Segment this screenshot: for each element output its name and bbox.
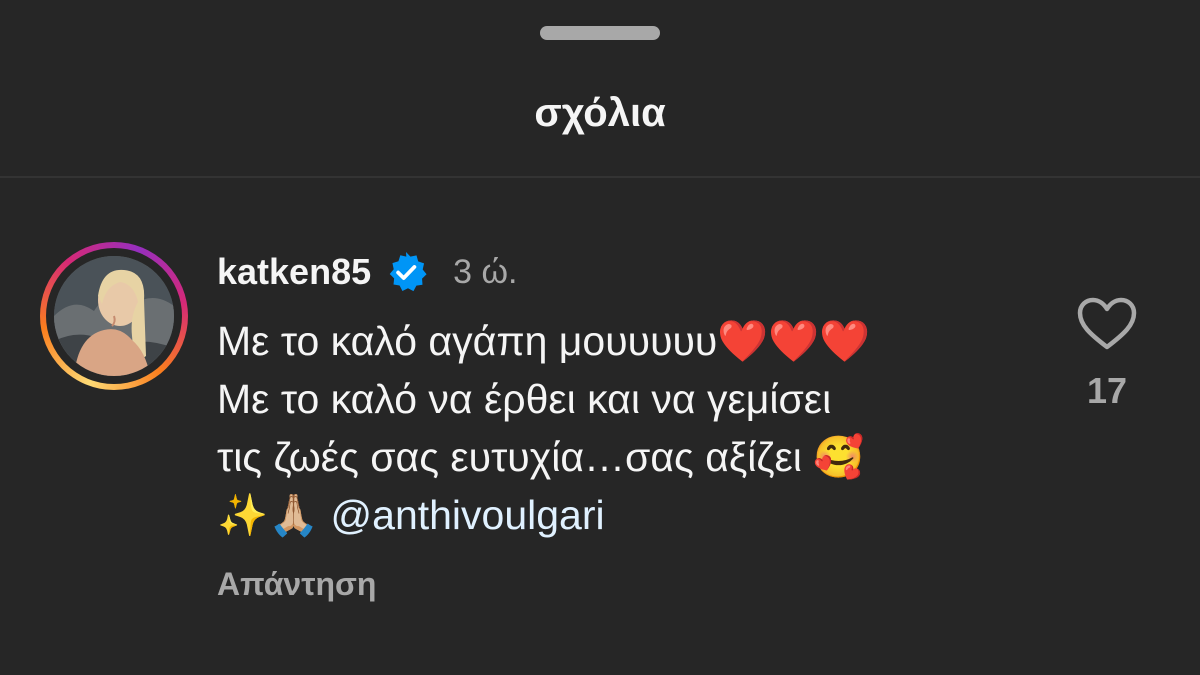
username[interactable]: katken85 [217, 251, 371, 293]
comment-line: τις ζωές σας ευτυχία…σας αξίζει 🥰 [217, 434, 865, 480]
comment-timestamp: 3 ώ. [453, 252, 518, 291]
comment-meta: katken85 3 ώ. [217, 248, 1037, 296]
avatar[interactable] [54, 256, 174, 376]
comment-emoji: ✨🙏🏼 [217, 492, 320, 538]
mention-link[interactable]: @anthivoulgari [331, 492, 605, 538]
comment-text: Με το καλό αγάπη μουυυυυ❤️❤️❤️ Με το καλ… [217, 312, 1037, 544]
header-divider [0, 176, 1200, 178]
sheet-title: σχόλια [534, 91, 666, 135]
comments-sheet: σχόλια katken85 3 ώ. Με το καλό αγάπη μο… [0, 0, 1200, 675]
comment: katken85 3 ώ. Με το καλό αγάπη μουυυυυ❤️… [217, 248, 1037, 603]
avatar-story-ring[interactable] [40, 242, 188, 390]
verified-badge-icon [389, 252, 427, 292]
avatar-photo [54, 256, 174, 376]
heart-outline-icon[interactable] [1076, 296, 1138, 352]
drag-handle[interactable] [540, 26, 660, 40]
comment-line: Με το καλό να έρθει και να γεμίσει [217, 376, 832, 422]
comment-line-last: ✨🙏🏼 @anthivoulgari [217, 486, 1037, 544]
like-count: 17 [1086, 370, 1128, 411]
reply-button[interactable]: Απάντηση [217, 566, 1037, 603]
comment-line: Με το καλό αγάπη μουυυυυ❤️❤️❤️ [217, 318, 871, 364]
